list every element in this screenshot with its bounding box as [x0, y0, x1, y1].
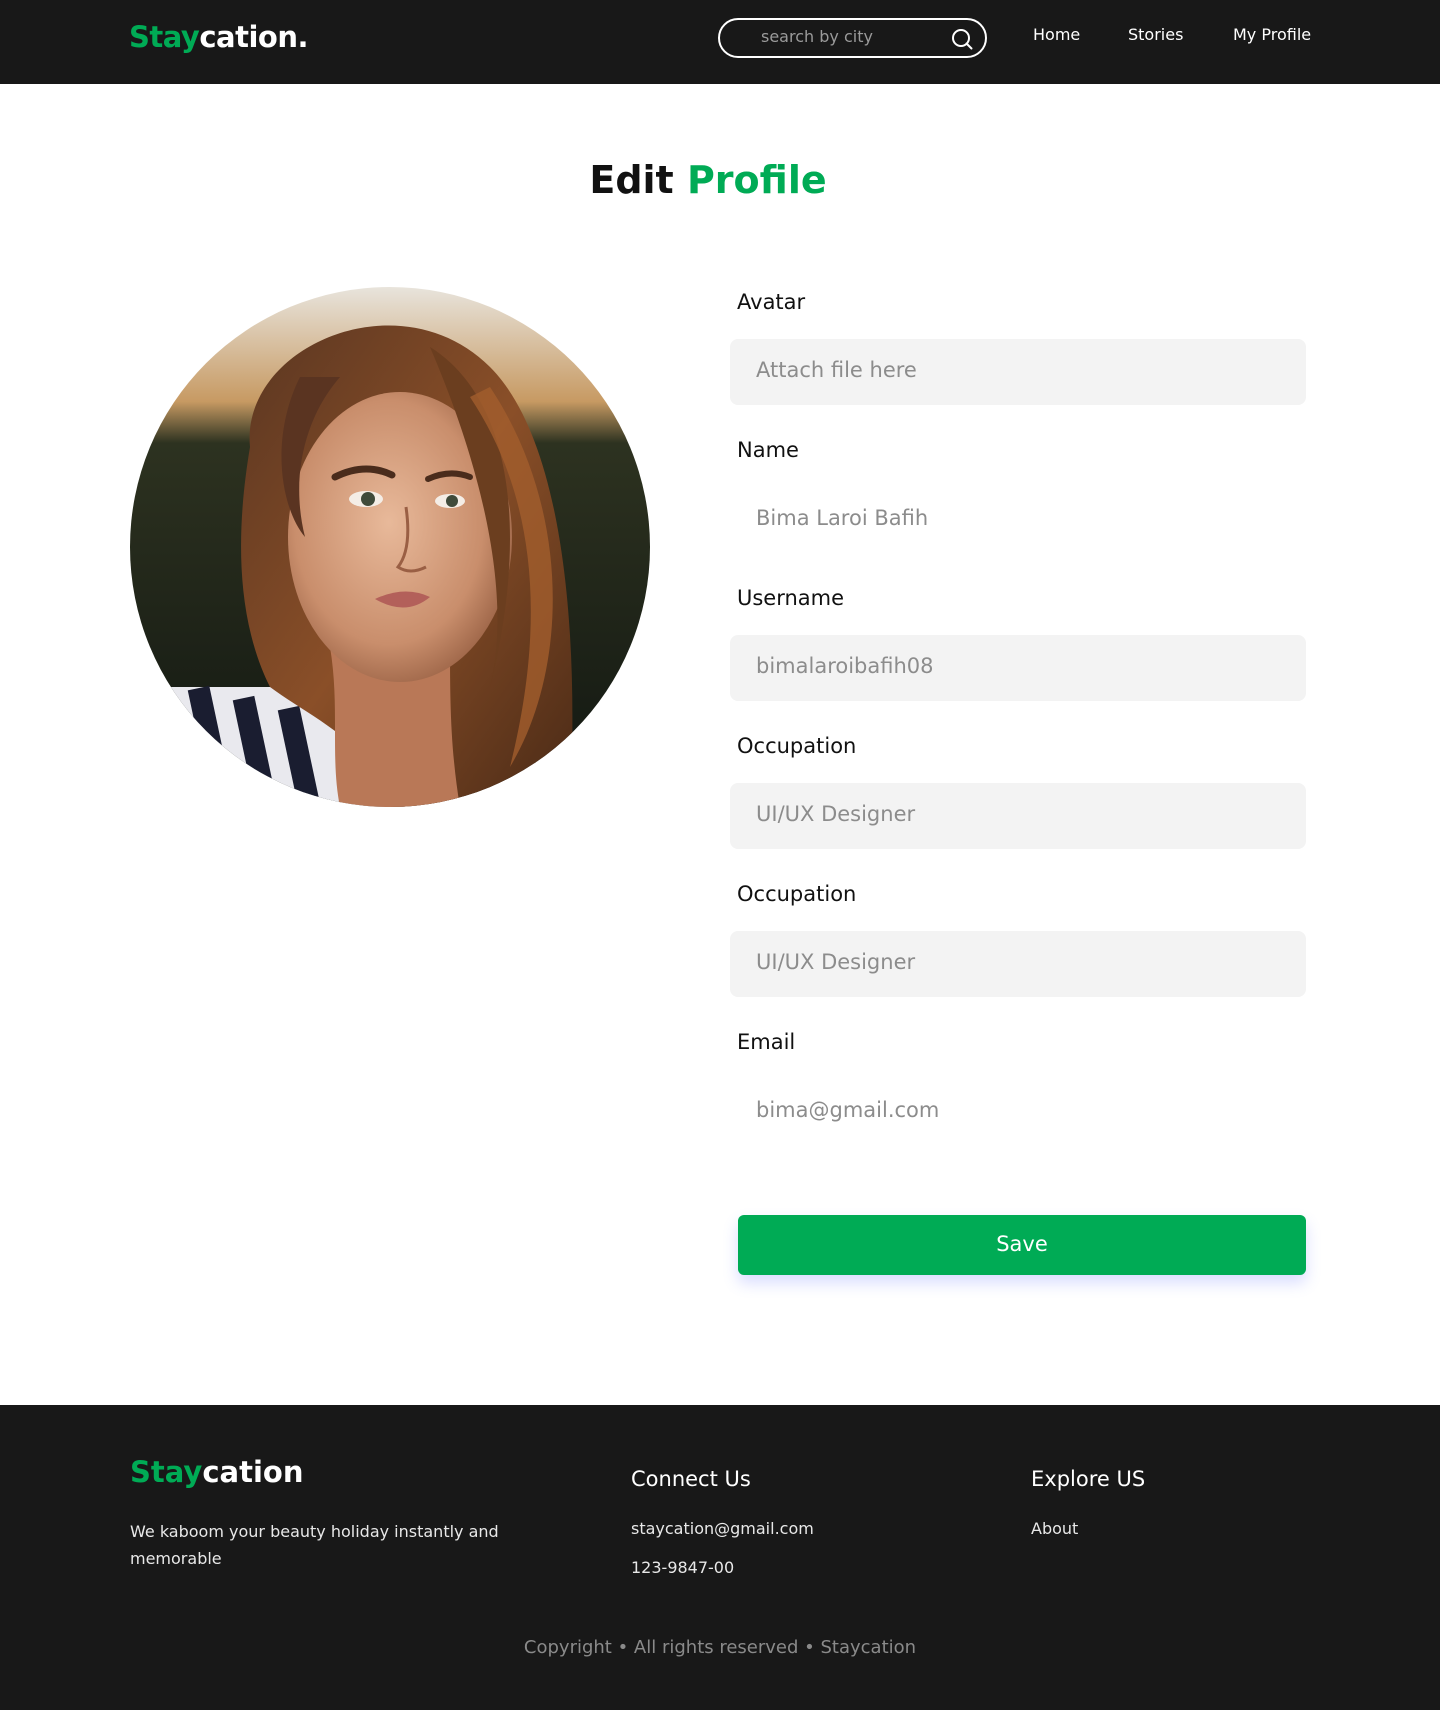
email-input-value: bima@gmail.com [756, 1098, 940, 1122]
occupation-input-2[interactable]: UI/UX Designer [730, 931, 1306, 997]
avatar-file-input-value: Attach file here [756, 358, 917, 382]
username-field-label: Username [737, 586, 845, 610]
username-input-value: bimalaroibafih08 [756, 654, 934, 678]
footer-connect-heading: Connect Us [631, 1467, 751, 1491]
search-bar[interactable]: search by city [718, 18, 987, 58]
email-field-label: Email [737, 1030, 796, 1054]
occupation-input-2-value: UI/UX Designer [756, 950, 916, 974]
navbar: Staycation. search by city Home Stories … [0, 0, 1440, 84]
page-title-profile: Profile [686, 158, 827, 202]
logo-part-cation: cation. [199, 20, 308, 54]
occupation-field-label-2: Occupation [737, 882, 857, 906]
name-field-label: Name [737, 438, 799, 462]
name-input-value: Bima Laroi Bafih [756, 506, 929, 530]
footer: Staycation We kaboom your beauty holiday… [0, 1405, 1440, 1710]
search-input[interactable]: search by city [761, 27, 873, 46]
occupation-input[interactable]: UI/UX Designer [730, 783, 1306, 849]
footer-logo-part-stay: Stay [130, 1455, 203, 1489]
footer-phone-link[interactable]: 123-9847-00 [631, 1558, 734, 1577]
footer-explore-heading: Explore US [1031, 1467, 1146, 1491]
save-button[interactable]: Save [738, 1215, 1306, 1275]
occupation-input-value: UI/UX Designer [756, 802, 916, 826]
search-icon[interactable] [951, 28, 973, 50]
nav-home-link[interactable]: Home [1033, 25, 1080, 44]
email-input[interactable]: bima@gmail.com [730, 1079, 1306, 1145]
brand-logo[interactable]: Staycation. [129, 20, 308, 54]
footer-about-link[interactable]: About [1031, 1519, 1078, 1538]
footer-email-link[interactable]: staycation@gmail.com [631, 1519, 814, 1538]
page-title-edit: Edit [589, 158, 674, 202]
username-input[interactable]: bimalaroibafih08 [730, 635, 1306, 701]
avatar-file-input[interactable]: Attach file here [730, 339, 1306, 405]
avatar-portrait-image [130, 287, 650, 807]
save-button-label: Save [996, 1232, 1048, 1256]
nav-stories-link[interactable]: Stories [1128, 25, 1183, 44]
footer-logo[interactable]: Staycation [130, 1455, 303, 1489]
profile-avatar-photo [130, 287, 650, 807]
page-title: Edit Profile [0, 158, 1416, 202]
occupation-field-label: Occupation [737, 734, 857, 758]
footer-copyright: Copyright • All rights reserved • Stayca… [523, 1637, 917, 1658]
footer-logo-part-cation: cation [202, 1455, 304, 1489]
logo-part-stay: Stay [129, 20, 200, 54]
name-input[interactable]: Bima Laroi Bafih [730, 487, 1306, 553]
nav-my-profile-link[interactable]: My Profile [1233, 25, 1311, 44]
avatar-field-label: Avatar [737, 290, 806, 314]
footer-tagline: We kaboom your beauty holiday instantly … [130, 1522, 499, 1568]
